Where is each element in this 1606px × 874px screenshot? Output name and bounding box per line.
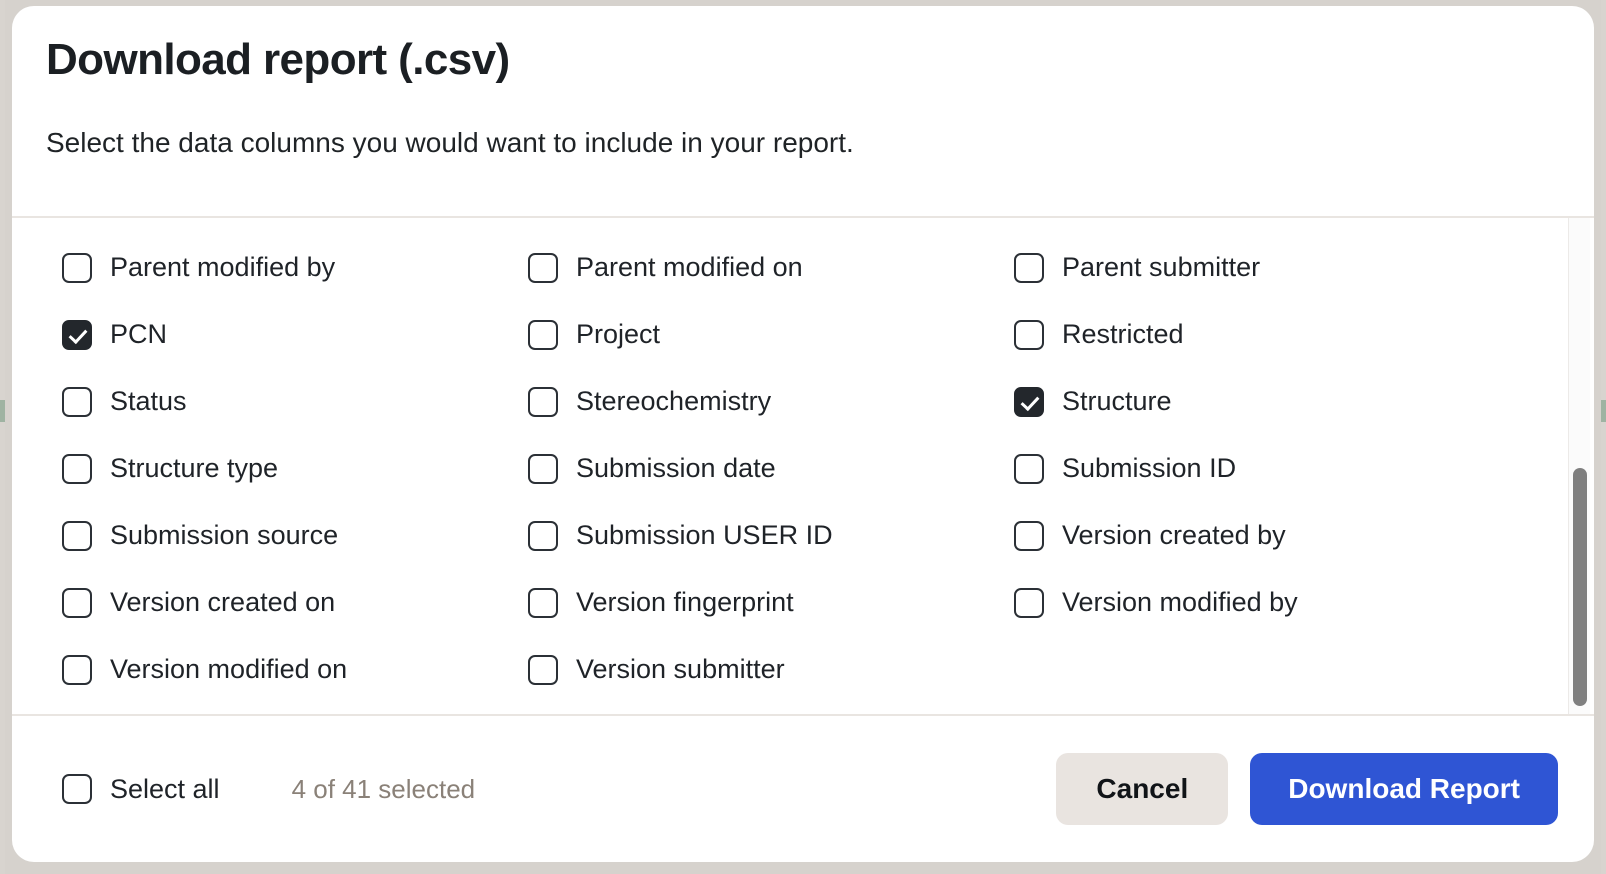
column-option-checkbox[interactable] <box>528 252 558 283</box>
column-option-row[interactable]: Version submitter <box>528 636 992 703</box>
download-report-dialog: Download report (.csv) Select the data c… <box>12 6 1594 862</box>
footer-left-group: Select all 4 of 41 selected <box>62 774 475 805</box>
column-option-row[interactable]: Submission ID <box>1014 435 1534 502</box>
select-all-label: Select all <box>110 773 220 804</box>
column-option-row[interactable]: Version modified on <box>62 636 502 703</box>
download-report-button[interactable]: Download Report <box>1250 753 1558 825</box>
page-scrollbar-left[interactable] <box>0 0 5 874</box>
column-option-label: Restricted <box>1062 319 1184 349</box>
dialog-title: Download report (.csv) <box>46 35 510 84</box>
column-option-checkbox[interactable] <box>62 453 92 484</box>
selected-count-text: 4 of 41 selected <box>291 773 476 804</box>
page-scroll-nub-left <box>0 400 5 422</box>
page-scrollbar-right[interactable] <box>1601 0 1606 874</box>
column-option-row[interactable]: Version created by <box>1014 502 1534 569</box>
column-option-checkbox[interactable] <box>62 252 92 283</box>
column-option-label: Version submitter <box>576 654 785 684</box>
column-option-checkbox[interactable] <box>1014 453 1044 484</box>
column-option-label: Parent modified on <box>576 252 803 282</box>
column-option-row[interactable]: Version fingerprint <box>528 569 992 636</box>
dialog-subtitle: Select the data columns you would want t… <box>46 126 854 158</box>
column-1: Parent modified by PCN Status Structure typ… <box>12 234 502 703</box>
column-option-row[interactable]: Structure <box>1014 368 1534 435</box>
column-2: Parent modified on Project Stereochemistry… <box>502 234 992 703</box>
column-option-row[interactable]: Submission date <box>528 435 992 502</box>
column-list-scroll-area: Parent modified by PCN Status Structure typ… <box>12 218 1594 714</box>
dialog-footer: Select all 4 of 41 selected Cancel Downl… <box>12 714 1594 862</box>
column-option-row[interactable]: Version modified by <box>1014 569 1534 636</box>
column-option-label: Version created on <box>110 587 336 617</box>
column-option-label: Version fingerprint <box>576 587 794 617</box>
column-option-checkbox[interactable] <box>1014 252 1044 283</box>
column-option-checkbox[interactable] <box>528 654 558 685</box>
column-option-label: Parent modified by <box>110 252 336 282</box>
column-option-label: Status <box>110 386 187 416</box>
page-scroll-nub-right <box>1601 400 1606 422</box>
column-option-row[interactable]: Submission source <box>62 502 502 569</box>
column-option-checkbox[interactable] <box>62 520 92 551</box>
column-list-scrollbar-thumb[interactable] <box>1573 468 1587 706</box>
select-all-row[interactable]: Select all <box>62 774 220 805</box>
column-option-label: Version modified by <box>1062 587 1298 617</box>
column-option-checkbox[interactable] <box>1014 520 1044 551</box>
column-option-row[interactable]: Status <box>62 368 502 435</box>
column-option-label: Version modified on <box>110 654 348 684</box>
column-option-label: Version created by <box>1062 520 1286 550</box>
column-option-row[interactable]: Parent modified by <box>62 234 502 301</box>
column-option-row[interactable]: PCN <box>62 301 502 368</box>
column-option-checkbox[interactable] <box>1014 587 1044 618</box>
column-option-row[interactable]: Restricted <box>1014 301 1534 368</box>
select-all-checkbox[interactable] <box>62 774 92 804</box>
column-option-row[interactable]: Version created on <box>62 569 502 636</box>
column-option-label: Stereochemistry <box>576 386 772 416</box>
column-option-row[interactable]: Stereochemistry <box>528 368 992 435</box>
column-option-row[interactable]: Project <box>528 301 992 368</box>
column-list-scrollbar[interactable] <box>1568 218 1590 714</box>
column-option-checkbox[interactable] <box>528 453 558 484</box>
column-3: Parent submitter Restricted Structure Submi… <box>992 234 1534 703</box>
column-option-row[interactable]: Parent submitter <box>1014 234 1534 301</box>
column-option-checkbox[interactable] <box>528 587 558 618</box>
cancel-button[interactable]: Cancel <box>1056 753 1229 825</box>
column-option-label: Submission date <box>576 453 776 483</box>
column-option-checkbox[interactable] <box>528 386 558 417</box>
column-option-row[interactable]: Parent modified on <box>528 234 992 301</box>
dialog-header: Download report (.csv) Select the data c… <box>12 6 1594 218</box>
column-option-checkbox[interactable] <box>1014 319 1044 350</box>
column-option-label: Project <box>576 319 661 349</box>
column-option-label: PCN <box>110 319 168 349</box>
column-checkbox-grid: Parent modified by PCN Status Structure typ… <box>12 218 1534 703</box>
column-option-checkbox[interactable] <box>528 520 558 551</box>
column-option-checkbox[interactable] <box>62 587 92 618</box>
column-option-checkbox[interactable] <box>62 386 92 417</box>
column-option-row[interactable]: Structure type <box>62 435 502 502</box>
column-option-checkbox[interactable] <box>528 319 558 350</box>
footer-actions: Cancel Download Report <box>1056 753 1558 825</box>
column-option-checkbox[interactable] <box>62 654 92 685</box>
column-option-checkbox[interactable] <box>62 319 92 350</box>
column-option-label: Submission source <box>110 520 339 550</box>
column-option-label: Parent submitter <box>1062 252 1261 282</box>
column-option-label: Submission ID <box>1062 453 1237 483</box>
column-option-label: Submission USER ID <box>576 520 833 550</box>
column-option-checkbox[interactable] <box>1014 386 1044 417</box>
column-option-row[interactable]: Submission USER ID <box>528 502 992 569</box>
column-option-label: Structure <box>1062 386 1172 416</box>
column-option-label: Structure type <box>110 453 279 483</box>
